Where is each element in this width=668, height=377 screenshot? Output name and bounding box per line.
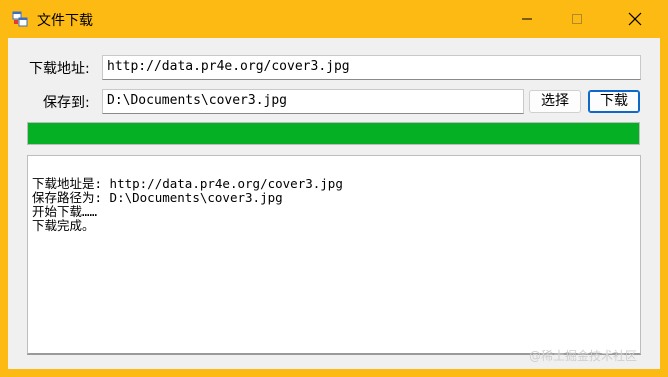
download-button[interactable]: 下载 <box>588 90 640 113</box>
log-line: 保存路径为: D:\Documents\cover3.jpg <box>32 190 283 205</box>
app-window-icon <box>12 11 28 27</box>
url-input[interactable]: http://data.pr4e.org/cover3.jpg <box>102 55 641 80</box>
maximize-button[interactable] <box>554 0 600 38</box>
watermark: @稀土掘金技术社区 <box>529 349 638 363</box>
url-label: 下载地址: <box>29 61 90 77</box>
maximize-icon <box>572 14 582 24</box>
window-title: 文件下载 <box>37 13 93 29</box>
save-path-input[interactable]: D:\Documents\cover3.jpg <box>102 89 524 114</box>
minimize-button[interactable] <box>504 0 550 38</box>
log-output[interactable]: 下载地址是: http://data.pr4e.org/cover3.jpg 保… <box>27 155 641 355</box>
close-button[interactable] <box>612 0 658 38</box>
download-progress-bar <box>27 122 640 145</box>
browse-button[interactable]: 选择 <box>529 90 581 113</box>
log-line: 下载地址是: http://data.pr4e.org/cover3.jpg <box>32 176 343 191</box>
progress-fill <box>28 123 639 144</box>
log-line: 开始下载…… <box>32 204 98 219</box>
close-icon <box>628 12 642 26</box>
minimize-icon <box>522 18 532 20</box>
download-window: 文件下载 下载地址: http://data.pr4e.org/cover3.j… <box>0 0 668 377</box>
client-area: 下载地址: http://data.pr4e.org/cover3.jpg 保存… <box>8 38 660 369</box>
save-path-label: 保存到: <box>43 95 90 111</box>
log-line: 下载完成。 <box>32 218 95 233</box>
title-bar[interactable]: 文件下载 <box>0 0 668 38</box>
